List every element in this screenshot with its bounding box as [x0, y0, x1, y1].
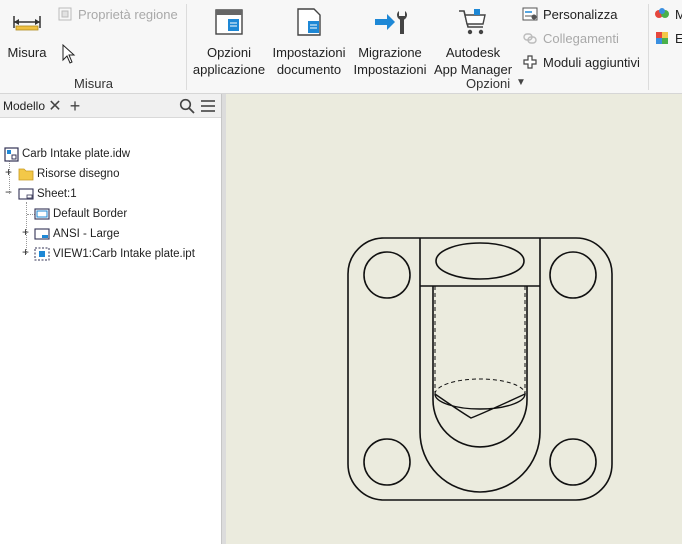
carb-intake-plate-drawing: [347, 237, 613, 501]
options-group-label: Opzioni: [466, 76, 511, 91]
port-ellipse: [435, 242, 525, 280]
links-icon: [521, 29, 539, 47]
tree-item-label: Default Border: [53, 208, 128, 220]
partial-e-button[interactable]: E: [653, 28, 682, 48]
plate-outline: [347, 237, 613, 501]
measure-button-label: Misura: [7, 45, 47, 60]
corner-hole: [549, 438, 597, 486]
palette-icon: [653, 29, 671, 47]
customize-icon: [521, 5, 539, 23]
region-properties-icon: [56, 5, 74, 23]
close-icon[interactable]: ✕: [46, 97, 64, 115]
customize-button[interactable]: Personalizza: [521, 4, 617, 24]
tree-item-label: Carb Intake plate.idw: [22, 148, 131, 160]
corner-hole: [549, 251, 597, 299]
menu-icon[interactable]: [199, 97, 217, 115]
expand-icon[interactable]: +: [21, 226, 30, 238]
sheet-icon: [18, 186, 34, 202]
measure-button[interactable]: Misura: [4, 4, 50, 61]
addins-button[interactable]: Moduli aggiuntivi: [521, 52, 640, 72]
links-button[interactable]: Collegamenti: [521, 28, 619, 48]
drawing-canvas[interactable]: [226, 94, 682, 544]
document-settings-icon: [289, 4, 329, 40]
colorful-icon: [653, 5, 671, 23]
corner-hole: [363, 438, 411, 486]
tree-item-default-border[interactable]: Default Border: [34, 204, 127, 224]
port-bottom: [434, 392, 526, 419]
browser-header: Modello ✕ +: [0, 94, 221, 118]
ruler-icon: [7, 4, 47, 40]
document-settings-label-1: Impostazioni: [272, 45, 346, 60]
collapse-icon[interactable]: −: [4, 186, 13, 198]
shopping-cart-icon: [453, 4, 493, 40]
add-tab-icon[interactable]: +: [66, 96, 84, 116]
tree-item-label: ANSI - Large: [53, 228, 120, 240]
region-properties-label: Proprietà regione: [78, 6, 178, 22]
mouse-cursor-icon: [62, 44, 76, 64]
corner-hole: [363, 251, 411, 299]
tree-item-sheet[interactable]: Sheet:1: [18, 184, 77, 204]
tree-item-label: Sheet:1: [37, 188, 77, 200]
document-settings-label-2: documento: [276, 62, 342, 77]
ribbon: Misura Proprietà regione Misura Opzioni …: [0, 0, 682, 94]
application-options-icon: [209, 4, 249, 40]
migrate-settings-label-2: Impostazioni: [353, 62, 427, 77]
document-settings-button[interactable]: Impostazioni documento: [268, 4, 350, 78]
tree-item-drawing-resources[interactable]: Risorse disegno: [18, 164, 119, 184]
border-icon: [34, 206, 50, 222]
migrate-settings-icon: [370, 4, 410, 40]
tree-item-ansi-large[interactable]: ANSI - Large: [34, 224, 119, 244]
expand-icon[interactable]: +: [4, 166, 13, 178]
partial-m-button[interactable]: M: [653, 4, 682, 24]
center-boss-outer: [419, 238, 541, 493]
group-separator: [648, 4, 649, 90]
addins-label: Moduli aggiuntivi: [543, 54, 640, 70]
center-boss-inner: [432, 286, 528, 448]
tree-item-label: VIEW1:Carb Intake plate.ipt: [53, 248, 195, 260]
group-separator: [186, 4, 187, 90]
region-properties-button[interactable]: Proprietà regione: [56, 4, 178, 24]
migrate-settings-button[interactable]: Migrazione Impostazioni: [350, 4, 430, 78]
options-dropdown-icon[interactable]: ▼: [516, 77, 526, 88]
migrate-settings-label-1: Migrazione: [358, 45, 422, 60]
partial-m-label: M: [675, 6, 682, 22]
tree-item-label: Risorse disegno: [37, 168, 120, 180]
folder-icon: [18, 166, 34, 182]
drawing-view-icon: [34, 246, 50, 262]
app-manager-button[interactable]: Autodesk App Manager: [430, 4, 516, 78]
plus-puzzle-icon: [521, 53, 539, 71]
partial-e-label: E: [675, 30, 682, 46]
expand-icon[interactable]: +: [21, 246, 30, 258]
tree-item-view1[interactable]: VIEW1:Carb Intake plate.ipt: [34, 244, 195, 264]
links-label: Collegamenti: [543, 30, 619, 46]
measure-group-label: Misura: [74, 76, 114, 91]
search-icon[interactable]: [178, 97, 196, 115]
application-options-label-2: applicazione: [192, 62, 266, 77]
model-browser: Modello ✕ + Carb Intake plate.idw + Riso…: [0, 94, 221, 544]
application-options-label-1: Opzioni: [206, 45, 252, 60]
drawing-file-icon: [3, 146, 19, 162]
hidden-ellipse: [434, 378, 526, 395]
tree-item-drawing[interactable]: Carb Intake plate.idw: [3, 144, 130, 164]
tab-model[interactable]: Modello: [3, 99, 45, 113]
customize-label: Personalizza: [543, 6, 618, 22]
app-manager-label-1: Autodesk: [445, 45, 501, 60]
title-block-icon: [34, 226, 50, 242]
application-options-button[interactable]: Opzioni applicazione: [190, 4, 268, 78]
